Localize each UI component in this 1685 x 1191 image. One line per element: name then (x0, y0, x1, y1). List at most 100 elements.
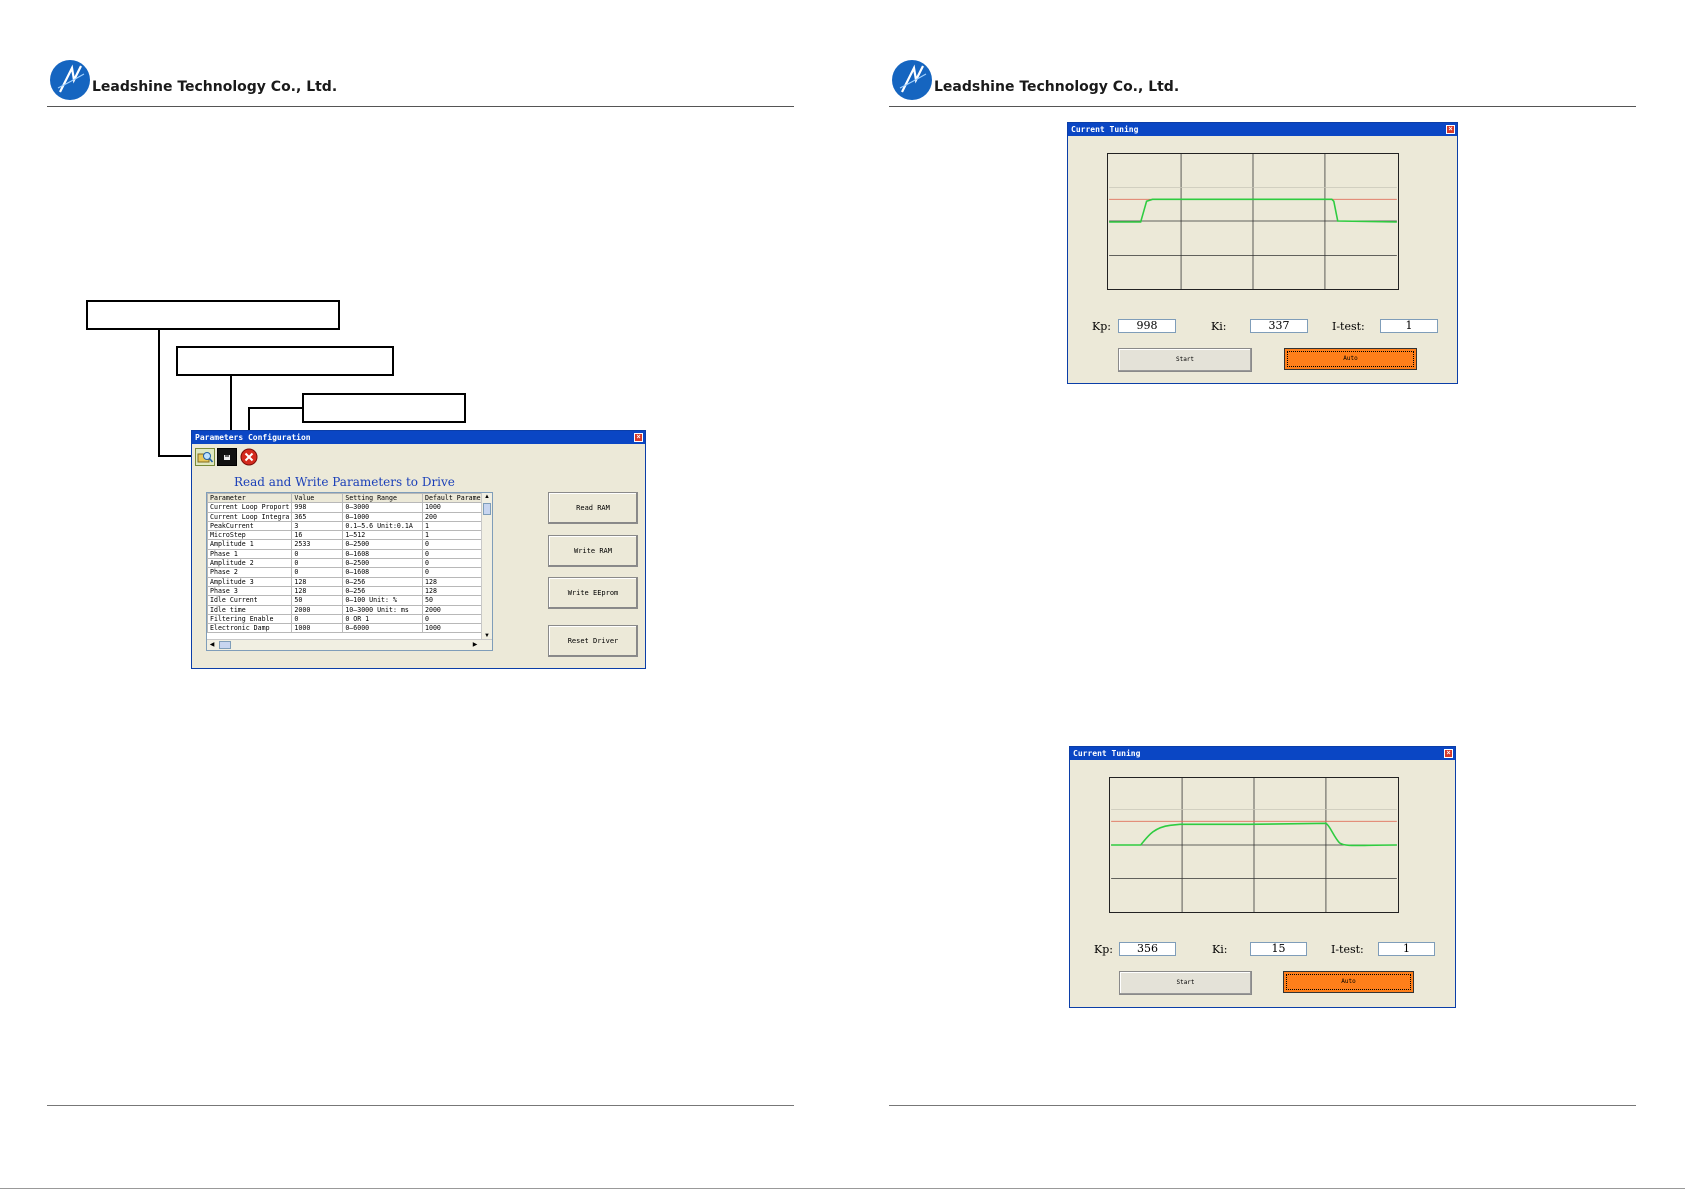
param-value[interactable]: 128 (291, 576, 344, 587)
connector-open (158, 330, 160, 457)
header-rule (889, 106, 1636, 107)
close-icon[interactable]: × (634, 433, 643, 442)
write-eeprom-button[interactable]: Write EEprom (548, 577, 638, 609)
scroll-left-icon[interactable]: ◀ (207, 641, 217, 649)
param-range: 0—1608 (342, 567, 423, 578)
open-file-button[interactable] (195, 448, 215, 466)
table-row[interactable]: PeakCurrent 3 0.1—5.6 Unit:0.1A 1 (207, 520, 492, 532)
reset-driver-button[interactable]: Reset Driver (548, 625, 638, 657)
itest-input[interactable]: 1 (1378, 942, 1435, 956)
company-name: Leadshine Technology Co., Ltd. (92, 79, 338, 95)
param-value[interactable]: 0 (291, 613, 344, 625)
table-row[interactable]: Amplitude 1 2533 0—2500 0 (207, 539, 492, 550)
start-button[interactable]: Start (1118, 348, 1252, 372)
param-range: 0—2500 (342, 539, 423, 550)
kp-label: Kp: (1094, 943, 1113, 956)
current-tuning-window: Current Tuning × Kp: 356 Ki: 15 I-test: … (1069, 746, 1456, 1008)
param-value[interactable]: 2533 (291, 539, 344, 550)
param-range: 0—100 Unit: % (342, 595, 423, 606)
open-file-icon (197, 452, 214, 463)
param-name: Idle Current (207, 595, 293, 606)
column-header[interactable]: Parameter (207, 493, 293, 504)
table-row[interactable]: Phase 3 128 0—256 128 (207, 585, 492, 597)
table-row[interactable]: Phase 2 0 0—1608 0 (207, 567, 492, 578)
table-row[interactable]: Idle Current 50 0—100 Unit: % 50 (207, 595, 492, 606)
kp-input[interactable]: 356 (1119, 942, 1176, 956)
read-ram-button[interactable]: Read RAM (548, 492, 638, 524)
scroll-thumb[interactable] (483, 503, 491, 515)
start-button[interactable]: Start (1119, 971, 1252, 995)
exit-button[interactable] (239, 448, 259, 466)
param-range: 0.1—5.6 Unit:0.1A (342, 520, 423, 532)
itest-label: I-test: (1331, 943, 1364, 956)
exit-icon (240, 448, 258, 466)
param-value[interactable]: 3 (291, 520, 344, 532)
table-row[interactable]: Electronic Damp 1000 0—6000 1000 (207, 623, 492, 634)
company-logo (50, 60, 90, 100)
param-range: 0 OR 1 (342, 613, 423, 625)
close-icon[interactable]: × (1444, 749, 1453, 758)
param-value[interactable]: 1000 (291, 623, 344, 634)
auto-button[interactable]: Auto (1283, 971, 1414, 993)
window-titlebar: Parameters Configuration (192, 431, 645, 444)
param-value[interactable]: 365 (291, 511, 344, 522)
window-titlebar: Current Tuning (1068, 123, 1457, 136)
table-row[interactable]: Current Loop Integra 365 0—1000 200 (207, 511, 492, 522)
table-row[interactable]: Current Loop Proport 998 0—3000 1000 (207, 502, 492, 513)
param-range: 0—3000 (342, 502, 423, 513)
window-title: Current Tuning (1073, 749, 1141, 758)
column-header[interactable]: Value (291, 493, 344, 504)
param-range: 0—1608 (342, 548, 423, 560)
table-row[interactable]: Amplitude 2 0 0—2500 0 (207, 558, 492, 569)
scroll-right-icon[interactable]: ▶ (470, 641, 480, 649)
table-row[interactable]: MicroStep 16 1—512 1 (207, 530, 492, 541)
param-name: Amplitude 1 (207, 539, 293, 550)
table-row[interactable]: Amplitude 3 128 0—256 128 (207, 576, 492, 587)
param-name: Phase 2 (207, 567, 293, 578)
ki-input[interactable]: 337 (1250, 319, 1308, 333)
callout-save-box (176, 346, 394, 376)
param-value[interactable]: 0 (291, 558, 344, 569)
table-row[interactable]: Phase 1 0 0—1608 0 (207, 548, 492, 560)
itest-input[interactable]: 1 (1380, 319, 1438, 333)
scroll-up-icon[interactable]: ▲ (482, 493, 492, 501)
save-icon (224, 455, 230, 460)
param-name: Amplitude 3 (207, 576, 293, 587)
ki-label: Ki: (1211, 320, 1227, 333)
current-response-plot (1107, 153, 1399, 290)
callout-exit-box (302, 393, 466, 423)
save-button[interactable] (217, 448, 237, 466)
param-value[interactable]: 50 (291, 595, 344, 606)
param-name: Idle time (207, 604, 293, 615)
itest-label: I-test: (1332, 320, 1365, 333)
footer-rule (889, 1105, 1636, 1106)
param-value[interactable]: 998 (291, 502, 344, 513)
param-value[interactable]: 2000 (291, 604, 344, 615)
param-value[interactable]: 128 (291, 585, 344, 597)
param-name: Phase 1 (207, 548, 293, 560)
scroll-thumb[interactable] (219, 641, 231, 649)
table-header-row: Parameter Value Setting Range Default Pa… (207, 493, 492, 504)
close-icon[interactable]: × (1446, 125, 1455, 134)
param-range: 1—512 (342, 530, 423, 541)
window-title: Parameters Configuration (195, 433, 311, 442)
write-ram-button[interactable]: Write RAM (548, 535, 638, 567)
horizontal-scrollbar[interactable]: ◀ ▶ (207, 639, 492, 650)
param-value[interactable]: 16 (291, 530, 344, 541)
param-name: Electronic Damp (207, 623, 293, 634)
vertical-scrollbar[interactable]: ▲ ▼ (481, 493, 492, 640)
param-name: PeakCurrent (207, 520, 293, 532)
table-row[interactable]: Idle time 2000 10—3000 Unit: ms 2000 (207, 604, 492, 615)
param-value[interactable]: 0 (291, 548, 344, 560)
kp-input[interactable]: 998 (1118, 319, 1176, 333)
auto-button[interactable]: Auto (1284, 348, 1417, 370)
table-row[interactable]: Filtering Enable 0 0 OR 10 (207, 613, 492, 625)
param-name: Amplitude 2 (207, 558, 293, 569)
company-name: Leadshine Technology Co., Ltd. (934, 79, 1180, 95)
ki-input[interactable]: 15 (1250, 942, 1307, 956)
column-header[interactable]: Setting Range (342, 493, 423, 504)
current-tuning-window: Current Tuning × Kp: 998 Ki: 337 I-test:… (1067, 122, 1458, 384)
param-value[interactable]: 0 (291, 567, 344, 578)
window-title: Current Tuning (1071, 125, 1139, 134)
param-name: Phase 3 (207, 585, 293, 597)
